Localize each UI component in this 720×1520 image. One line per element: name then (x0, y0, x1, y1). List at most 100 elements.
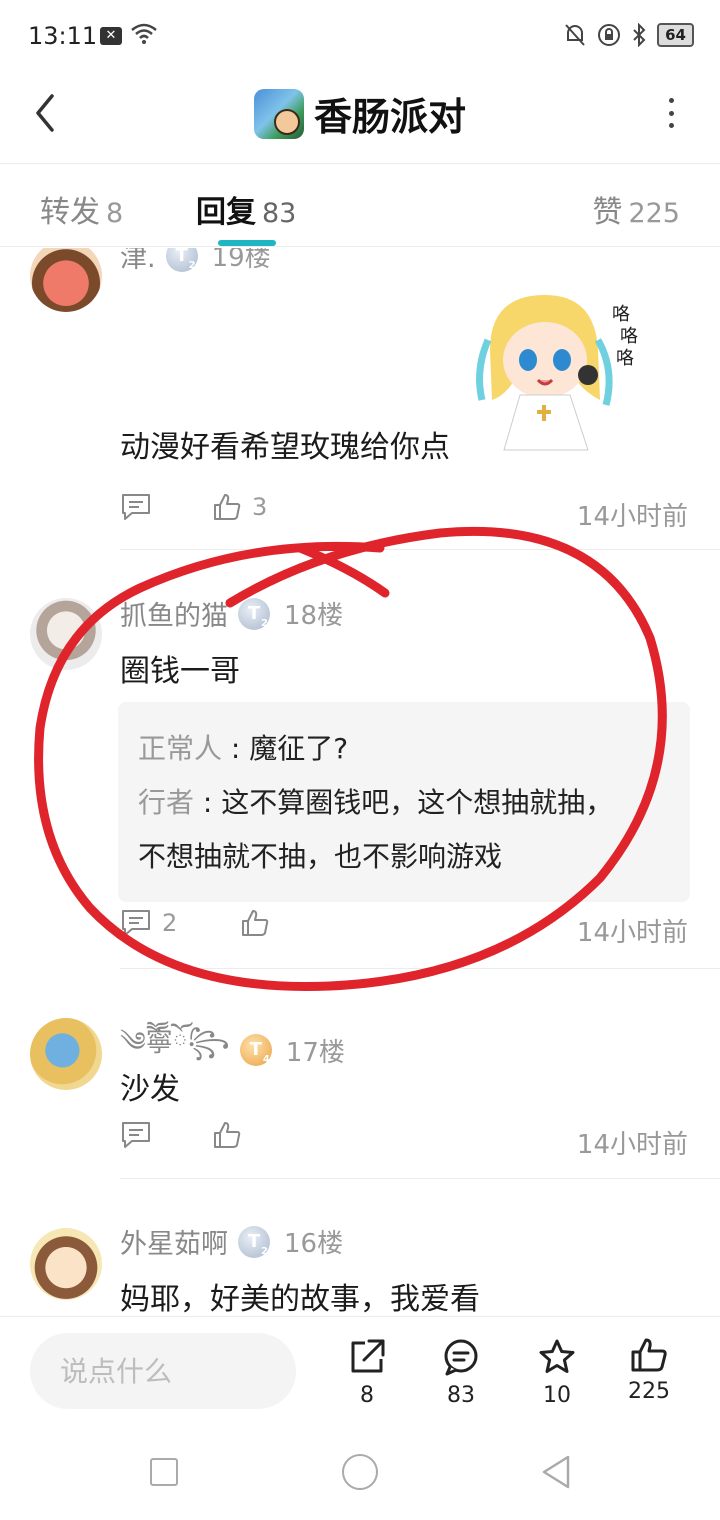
tab-repost[interactable]: 转发 8 (40, 187, 123, 231)
sub-reply: 正常人 : 魔征了? (138, 722, 670, 776)
app-title-group[interactable]: 香肠派对 (0, 86, 720, 141)
top-nav: 香肠派对 (0, 72, 720, 164)
sub-reply-author[interactable]: 行者 (138, 786, 194, 819)
thumbs-up-icon (214, 494, 241, 520)
comment-actions: 14小时前 (120, 1120, 688, 1160)
notification-icon: ✕ (100, 27, 122, 45)
game-logo-icon (253, 88, 304, 139)
level-badge: T2 (238, 1225, 270, 1258)
comment-text: 圈钱一哥 (120, 654, 240, 689)
avatar[interactable] (30, 248, 102, 312)
like-post-button[interactable]: 225 (614, 1337, 684, 1404)
comment-actions: 3 14小时前 (120, 492, 688, 532)
system-back-button[interactable] (540, 1454, 572, 1490)
tab-repost-label: 转发 (40, 195, 100, 230)
reply-button[interactable] (120, 492, 152, 522)
sub-reply-text: 魔征了? (249, 732, 349, 765)
avatar[interactable] (30, 1228, 102, 1300)
comment-header: 外星茹啊 T2 16楼 (120, 1222, 343, 1261)
sub-reply-separator: : (222, 732, 250, 765)
page-title: 香肠派对 (313, 95, 466, 139)
favorite-count: 10 (543, 1383, 571, 1408)
badge-level: 4 (262, 1054, 270, 1065)
comment-bubble-icon (444, 1339, 478, 1376)
badge-level: 2 (261, 617, 268, 629)
comment-item: 外星茹啊 T2 16楼 妈耶，好美的故事，我爱看 (0, 1178, 720, 1316)
tab-bar: 转发 8 回复 83 赞 225 (0, 165, 720, 247)
svg-text:咯: 咯 (612, 304, 630, 325)
mute-bell-icon (565, 24, 585, 46)
reply-button[interactable] (120, 1120, 152, 1150)
svg-text:咯: 咯 (620, 326, 638, 347)
timestamp: 14小时前 (576, 502, 688, 532)
avatar[interactable] (30, 1018, 102, 1090)
floor-number: 19楼 (211, 248, 271, 273)
badge-level: 2 (261, 1245, 268, 1257)
star-icon (539, 1339, 575, 1373)
status-icons: 64 (563, 22, 694, 48)
battery-indicator: 64 (657, 23, 694, 47)
more-options-button[interactable] (666, 98, 676, 128)
comment-icon (122, 910, 150, 936)
thumbs-up-icon (631, 1338, 667, 1372)
share-icon (351, 1339, 385, 1373)
comment-icon (122, 1122, 150, 1148)
floor-number: 17楼 (285, 1037, 345, 1068)
comment-item: ༄ཽ寧ོ꧂ T4 17楼 沙发 14小时前 (0, 968, 720, 1179)
floor-number: 18楼 (284, 601, 344, 631)
comment-button[interactable]: 83 (426, 1337, 496, 1408)
comment-text: 动漫好看希望玫瑰给你点 (120, 430, 450, 465)
username[interactable]: 抓鱼的猫 (120, 594, 228, 633)
recent-apps-button[interactable] (150, 1458, 178, 1486)
sub-reply: 行者 : 这不算圈钱吧，这个想抽就抽， (138, 776, 670, 830)
badge-letter: T (175, 248, 188, 266)
like-post-count: 225 (628, 1379, 670, 1404)
reply-count: 2 (162, 909, 178, 937)
like-button[interactable]: 3 (212, 492, 267, 522)
comment-header: 津. T2 19楼 (120, 248, 271, 275)
lock-rotation-icon (598, 24, 621, 46)
bluetooth-icon (633, 23, 646, 47)
badge-letter: T (247, 1230, 261, 1252)
like-button[interactable] (240, 908, 270, 938)
favorite-button[interactable]: 10 (522, 1337, 592, 1408)
floor-number: 16楼 (284, 1229, 344, 1259)
sub-reply-box[interactable]: 正常人 : 魔征了? 行者 : 这不算圈钱吧，这个想抽就抽， 不想抽就不抽，也不… (118, 702, 690, 902)
tab-repost-count: 8 (106, 198, 124, 229)
status-time: 13:11 (28, 22, 98, 50)
level-badge: T2 (165, 248, 198, 272)
tab-like[interactable]: 赞 225 (592, 187, 680, 231)
tab-like-label: 赞 (592, 195, 623, 230)
comment-text: 妈耶，好美的故事，我爱看 (120, 1282, 480, 1316)
home-button[interactable] (342, 1454, 378, 1490)
badge-level: 2 (188, 259, 196, 271)
timestamp: 14小时前 (576, 918, 688, 948)
badge-letter: T (247, 602, 261, 624)
comment-header: 抓鱼的猫 T2 18楼 (120, 594, 343, 633)
anime-sticker-image: 咯 咯 咯 (470, 280, 646, 456)
username[interactable]: 外星茹啊 (120, 1222, 228, 1261)
comment-item: 抓鱼的猫 T2 18楼 圈钱一哥 正常人 : 魔征了? 行者 : 这不算圈钱吧，… (0, 550, 720, 969)
sub-reply-author[interactable]: 正常人 (138, 732, 222, 765)
thumbs-up-icon (214, 1122, 241, 1148)
bottom-action-bar: 8 83 10 225 (0, 1316, 720, 1424)
avatar[interactable] (30, 598, 102, 670)
comment-icon (122, 494, 150, 520)
comment-item: 津. T2 19楼 咯 咯 咯 动漫好看希望玫瑰给你点 3 14小时前 (0, 248, 720, 550)
reply-button[interactable]: 2 (120, 908, 177, 938)
level-badge: T4 (239, 1034, 272, 1066)
share-button[interactable]: 8 (332, 1337, 402, 1408)
system-nav-bar (0, 1424, 720, 1520)
badge-letter: T (249, 1039, 262, 1060)
active-tab-indicator (218, 240, 276, 246)
tab-reply-count: 83 (262, 198, 297, 229)
level-badge: T2 (238, 597, 270, 630)
comment-input[interactable] (30, 1333, 296, 1409)
like-button[interactable] (212, 1120, 242, 1150)
tab-reply[interactable]: 回复 83 (196, 187, 296, 231)
comment-count: 83 (447, 1383, 475, 1408)
share-count: 8 (360, 1383, 374, 1408)
username[interactable]: 津. (120, 248, 156, 275)
comment-actions: 2 14小时前 (120, 908, 688, 948)
comment-feed[interactable]: 津. T2 19楼 咯 咯 咯 动漫好看希望玫瑰给你点 3 14小时前 抓鱼的猫… (0, 248, 720, 1316)
